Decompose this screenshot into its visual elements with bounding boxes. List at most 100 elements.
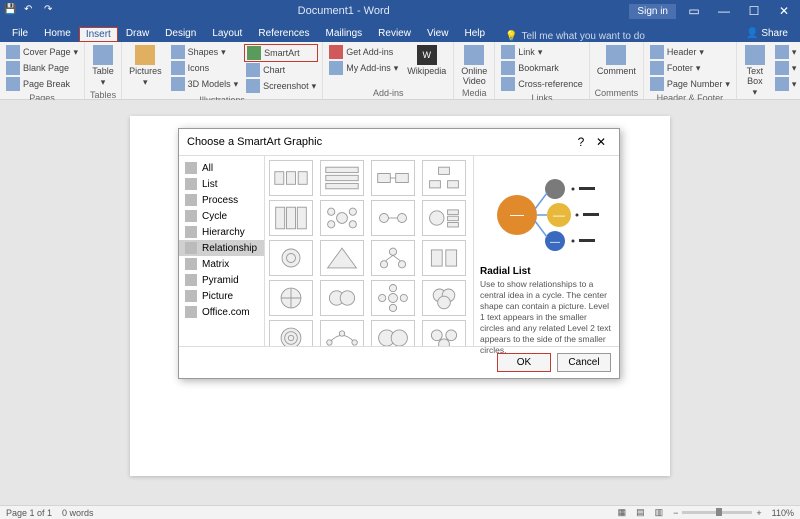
smartart-thumb[interactable] — [371, 240, 415, 276]
smartart-thumb[interactable] — [371, 160, 415, 196]
ribbon-options-icon[interactable]: ▭ — [682, 4, 706, 18]
tab-home[interactable]: Home — [36, 25, 79, 42]
preview-image: — — — — [480, 162, 613, 262]
smartart-thumb[interactable] — [320, 280, 364, 316]
tab-insert[interactable]: Insert — [79, 27, 118, 42]
wordart-button[interactable]: ▾ — [773, 60, 799, 76]
smartart-thumb[interactable] — [320, 200, 364, 236]
zoom-level[interactable]: 110% — [772, 508, 794, 518]
tab-review[interactable]: Review — [370, 25, 419, 42]
online-video-button[interactable]: Online Video — [458, 44, 490, 87]
view-print-layout-icon[interactable]: ▦ — [618, 507, 627, 518]
smartart-thumb[interactable] — [422, 280, 466, 316]
smartart-thumb[interactable] — [269, 280, 313, 316]
smartart-thumbnails[interactable] — [265, 156, 473, 346]
table-button[interactable]: Table ▾ — [89, 44, 117, 89]
icons-button[interactable]: Icons — [169, 60, 241, 76]
smartart-thumb[interactable] — [320, 320, 364, 346]
page-number-button[interactable]: Page Number ▾ — [648, 76, 732, 92]
maximize-icon[interactable]: ☐ — [742, 4, 766, 18]
smartart-thumb[interactable] — [422, 200, 466, 236]
smartart-thumb[interactable] — [371, 280, 415, 316]
header-button[interactable]: Header ▾ — [648, 44, 732, 60]
chart-button[interactable]: Chart — [244, 62, 318, 78]
3d-models-button[interactable]: 3D Models ▾ — [169, 76, 241, 92]
cancel-button[interactable]: Cancel — [557, 353, 611, 372]
page-number-icon — [650, 77, 664, 91]
category-hierarchy[interactable]: Hierarchy — [179, 224, 264, 240]
dialog-close-button[interactable]: ✕ — [591, 135, 611, 149]
text-box-button[interactable]: Text Box ▾ — [741, 44, 769, 99]
wikipedia-button[interactable]: WWikipedia — [404, 44, 449, 87]
signin-button[interactable]: Sign in — [629, 4, 676, 19]
quick-parts-button[interactable]: ▾ — [773, 44, 799, 60]
group-text: Text Box ▾ ▾ ▾ ▾ Text — [737, 42, 800, 99]
category-officecom[interactable]: Office.com — [179, 304, 264, 320]
video-icon — [464, 45, 484, 65]
category-cycle[interactable]: Cycle — [179, 208, 264, 224]
tell-me-search[interactable]: 💡 Tell me what you want to do — [493, 31, 738, 42]
view-web-layout-icon[interactable]: ▥ — [655, 507, 664, 518]
svg-text:—: — — [510, 206, 524, 222]
word-count[interactable]: 0 words — [62, 508, 94, 518]
smartart-button[interactable]: SmartArt — [244, 44, 318, 62]
page-indicator[interactable]: Page 1 of 1 — [6, 508, 52, 518]
smartart-thumb[interactable] — [269, 320, 313, 346]
shapes-button[interactable]: Shapes ▾ — [169, 44, 241, 60]
page-break-button[interactable]: Page Break — [4, 76, 80, 92]
blank-page-button[interactable]: Blank Page — [4, 60, 80, 76]
zoom-in-icon[interactable]: + — [756, 508, 761, 518]
pictures-button[interactable]: Pictures ▾ — [126, 44, 165, 94]
category-relationship[interactable]: Relationship — [179, 240, 264, 256]
footer-button[interactable]: Footer ▾ — [648, 60, 732, 76]
tab-mailings[interactable]: Mailings — [317, 25, 370, 42]
cross-ref-icon — [501, 77, 515, 91]
tab-draw[interactable]: Draw — [118, 25, 157, 42]
category-process[interactable]: Process — [179, 192, 264, 208]
redo-icon[interactable]: ↷ — [44, 4, 58, 18]
tab-file[interactable]: File — [4, 25, 36, 42]
category-all[interactable]: All — [179, 160, 264, 176]
category-pyramid[interactable]: Pyramid — [179, 272, 264, 288]
get-addins-button[interactable]: Get Add-ins — [327, 44, 400, 60]
view-read-mode-icon[interactable]: ▤ — [636, 507, 645, 518]
minimize-icon[interactable]: — — [712, 4, 736, 18]
tab-help[interactable]: Help — [456, 25, 493, 42]
smartart-thumb[interactable] — [269, 200, 313, 236]
drop-cap-button[interactable]: ▾ — [773, 76, 799, 92]
zoom-slider[interactable]: − + — [673, 508, 762, 518]
tab-layout[interactable]: Layout — [204, 25, 250, 42]
comment-button[interactable]: Comment — [594, 44, 639, 87]
link-button[interactable]: Link ▾ — [499, 44, 585, 60]
category-list[interactable]: List — [179, 176, 264, 192]
undo-icon[interactable]: ↶ — [24, 4, 38, 18]
smartart-thumb[interactable] — [422, 160, 466, 196]
blank-page-icon — [6, 61, 20, 75]
ok-button[interactable]: OK — [497, 353, 551, 372]
tab-references[interactable]: References — [250, 25, 317, 42]
tab-design[interactable]: Design — [157, 25, 204, 42]
tab-view[interactable]: View — [419, 25, 457, 42]
category-matrix[interactable]: Matrix — [179, 256, 264, 272]
smartart-thumb[interactable] — [422, 320, 466, 346]
cross-reference-button[interactable]: Cross-reference — [499, 76, 585, 92]
category-picture[interactable]: Picture — [179, 288, 264, 304]
smartart-thumb[interactable] — [320, 160, 364, 196]
save-icon[interactable]: 💾 — [4, 4, 18, 18]
wikipedia-icon: W — [417, 45, 437, 65]
screenshot-button[interactable]: Screenshot ▾ — [244, 78, 318, 94]
close-icon[interactable]: ✕ — [772, 4, 796, 18]
text-box-icon — [745, 45, 765, 65]
share-button[interactable]: 👤 Share — [738, 25, 796, 42]
my-addins-button[interactable]: My Add-ins ▾ — [327, 60, 400, 76]
smartart-thumb[interactable] — [320, 240, 364, 276]
smartart-thumb[interactable] — [371, 200, 415, 236]
smartart-thumb[interactable] — [269, 240, 313, 276]
smartart-thumb[interactable] — [422, 240, 466, 276]
smartart-thumb[interactable] — [269, 160, 313, 196]
dialog-help-button[interactable]: ? — [571, 135, 591, 149]
cover-page-button[interactable]: Cover Page ▾ — [4, 44, 80, 60]
zoom-out-icon[interactable]: − — [673, 508, 678, 518]
smartart-thumb[interactable] — [371, 320, 415, 346]
bookmark-button[interactable]: Bookmark — [499, 60, 585, 76]
